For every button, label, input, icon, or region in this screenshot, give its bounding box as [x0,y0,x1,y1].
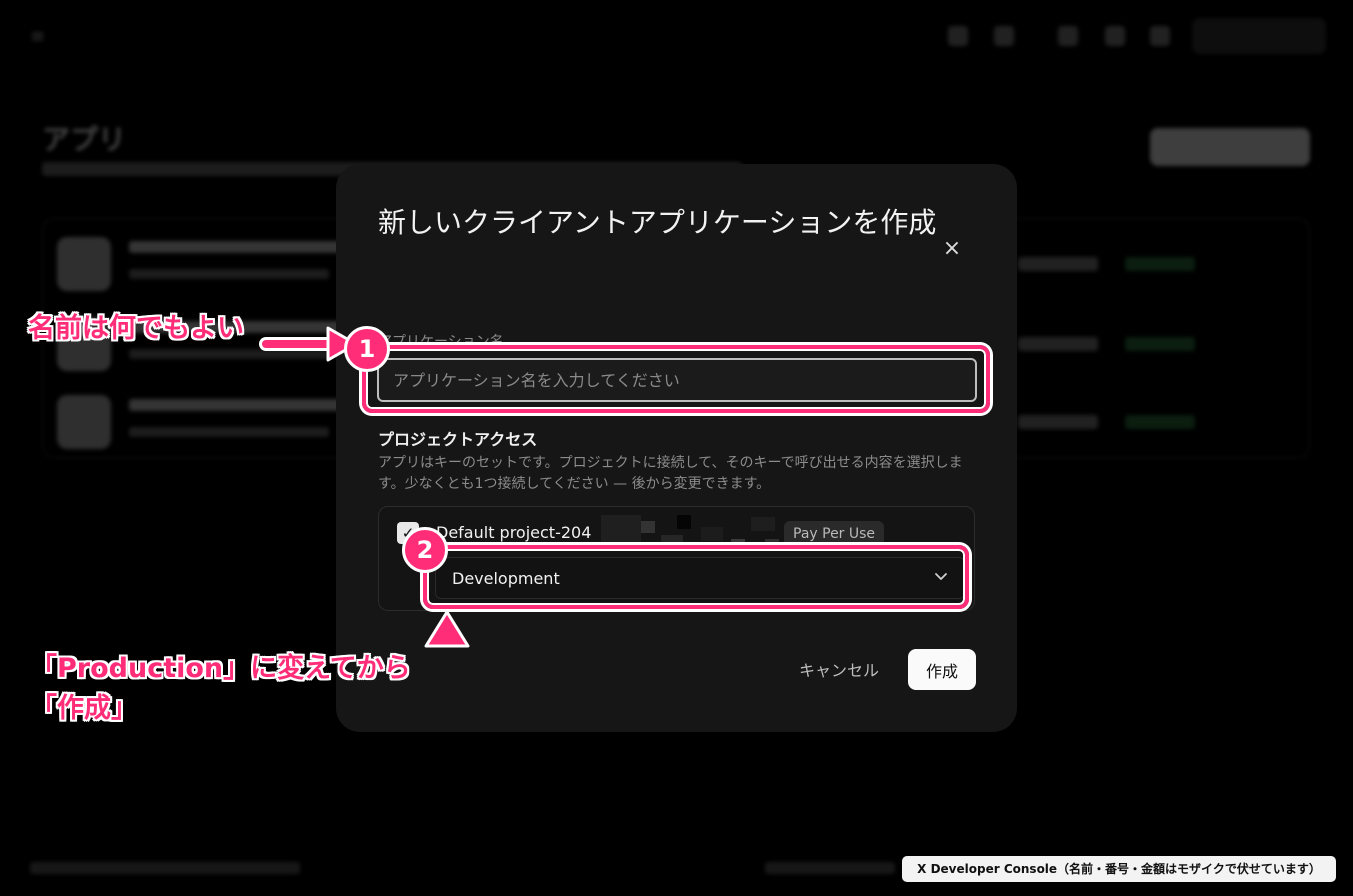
step-2-note-line2: 「作成」 [30,693,138,724]
step-1-marker: 1 [344,326,390,372]
step-1-note: 名前は何でもよい [28,313,244,344]
step-2-note-line1: 「Production」に変えてから [30,653,411,684]
step-2-marker: 2 [402,527,448,573]
annotation-arrows [259,326,470,648]
screenshot-caption: X Developer Console（名前・番号・金額はモザイクで伏せています… [902,856,1336,882]
